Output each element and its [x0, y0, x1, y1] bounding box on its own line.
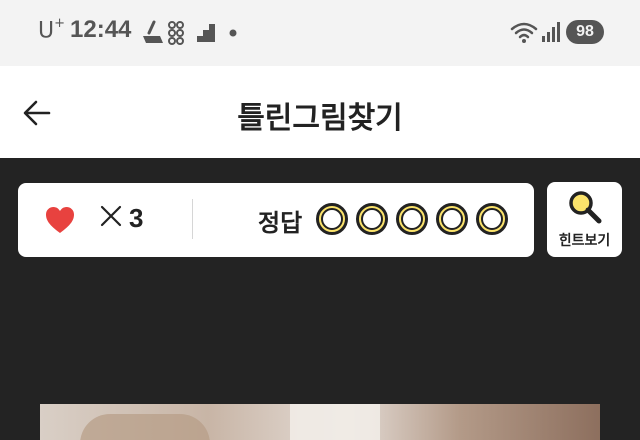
answer-dot: [436, 203, 468, 235]
carrier-label: U+: [38, 16, 66, 44]
answer-dot: [316, 203, 348, 235]
lives-count: 3: [129, 203, 144, 233]
carrier-name: U: [38, 18, 55, 44]
answer-label: 정답: [258, 209, 303, 237]
game-status-card: 3 정답: [18, 183, 534, 257]
hint-button[interactable]: 힌트보기: [547, 182, 622, 257]
answer-dot: [396, 203, 428, 235]
status-bar: U+ 12:44 98: [0, 0, 640, 66]
status-time: 12:44: [70, 16, 132, 43]
stairs-icon: [197, 24, 215, 42]
carrier-plus: +: [54, 16, 66, 31]
answer-dot: [476, 203, 508, 235]
app-header: 틀린그림찾기: [0, 66, 640, 158]
answer-dot: [356, 203, 388, 235]
heart-icon: [46, 207, 74, 233]
battery-badge: 98: [566, 20, 604, 44]
puzzle-image[interactable]: [40, 404, 600, 440]
divider: [192, 199, 193, 239]
wifi-icon: [510, 22, 538, 43]
grid-app-icon: [168, 21, 184, 45]
hint-label: 힌트보기: [558, 233, 611, 249]
answer-progress: [316, 203, 508, 237]
multiply-icon: [100, 205, 122, 227]
dot-icon: [229, 29, 237, 37]
signal-icon: [542, 22, 560, 42]
magnifier-icon: [569, 191, 602, 224]
page-title: 틀린그림찾기: [237, 101, 403, 136]
cleaner-icon: [143, 20, 163, 43]
